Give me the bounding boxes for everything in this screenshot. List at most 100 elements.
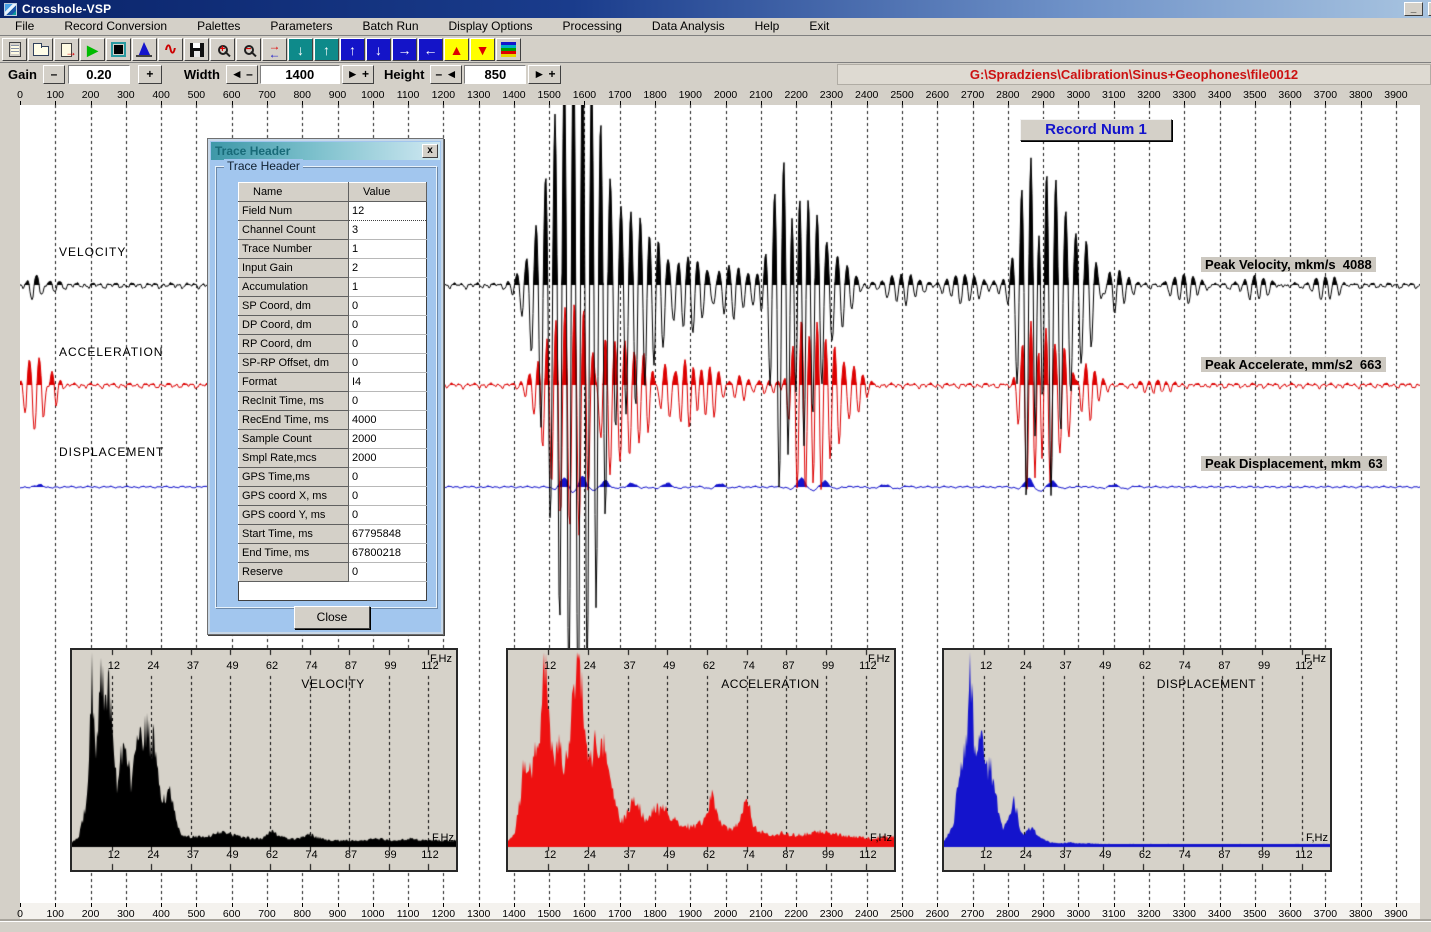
field-value-cell[interactable]: 12	[349, 202, 427, 221]
table-row: Field Num12	[239, 202, 427, 221]
field-name-cell: RecInit Time, ms	[239, 392, 349, 411]
record-num-button[interactable]: Record Num 1	[1020, 119, 1172, 141]
height-increase-button[interactable]: ► +	[528, 65, 560, 84]
freq-tick-label: 87	[1218, 660, 1230, 672]
freq-axis-label-baseline: F,Hz	[432, 832, 454, 844]
height-value-field[interactable]: 850	[464, 65, 526, 84]
menu-display-options[interactable]: Display Options	[434, 18, 548, 35]
freq-tick-label: 87	[1218, 849, 1230, 861]
swap-traces-button[interactable]	[262, 38, 287, 61]
width-increase-button[interactable]: ► +	[342, 65, 374, 84]
field-value-cell[interactable]: 0	[349, 468, 427, 487]
field-value-cell[interactable]: 0	[349, 487, 427, 506]
menu-bar: FileRecord ConversionPalettesParametersB…	[0, 18, 1431, 36]
table-row: RecInit Time, ms0	[239, 392, 427, 411]
field-value-cell[interactable]: I4	[349, 373, 427, 392]
ruler-tick-label: 2800	[996, 89, 1019, 101]
amplitude-down-button[interactable]: ▼	[470, 38, 495, 61]
ruler-tick-label: 1600	[573, 89, 596, 101]
new-record-button[interactable]	[2, 38, 27, 61]
field-value-cell[interactable]: 0	[349, 335, 427, 354]
menu-data-analysis[interactable]: Data Analysis	[637, 18, 740, 35]
save-convert-button[interactable]	[54, 38, 79, 61]
field-value-cell[interactable]: 0	[349, 506, 427, 525]
ruler-tick-label: 2600	[926, 89, 949, 101]
ruler-tick-label: 800	[293, 89, 311, 101]
ruler-tick-label: 2700	[961, 89, 984, 101]
field-value-cell[interactable]: 2000	[349, 449, 427, 468]
height-decrease-button[interactable]: – ◄	[430, 65, 462, 84]
field-value-cell[interactable]: 1	[349, 278, 427, 297]
table-row: Accumulation1	[239, 278, 427, 297]
move-down-button[interactable]: ↓	[366, 38, 391, 61]
spectrum-title: DISPLACEMENT	[1157, 677, 1256, 691]
field-value-cell[interactable]: 2	[349, 259, 427, 278]
freq-tick-label: 37	[623, 849, 635, 861]
open-folder-button[interactable]	[28, 38, 53, 61]
field-value-cell[interactable]: 3	[349, 221, 427, 240]
menu-palettes[interactable]: Palettes	[182, 18, 255, 35]
zoom-out-button[interactable]	[236, 38, 261, 61]
freq-tick-label: 62	[703, 849, 715, 861]
minimize-button[interactable]: _	[1404, 2, 1423, 16]
field-name-cell: DP Coord, dm	[239, 316, 349, 335]
play-button[interactable]: ▶	[80, 38, 105, 61]
width-decrease-button[interactable]: ◄ –	[226, 65, 258, 84]
freq-tick-label: 87	[782, 849, 794, 861]
field-value-cell[interactable]: 4000	[349, 411, 427, 430]
move-right-button[interactable]: →	[392, 38, 417, 61]
menu-exit[interactable]: Exit	[794, 18, 844, 35]
table-row: End Time, ms67800218	[239, 544, 427, 563]
field-name-cell: Input Gain	[239, 259, 349, 278]
width-label: Width	[184, 67, 220, 82]
menu-batch-run[interactable]: Batch Run	[347, 18, 433, 35]
table-row: Channel Count3	[239, 221, 427, 240]
menu-file[interactable]: File	[0, 18, 49, 35]
field-value-cell[interactable]: 67795848	[349, 525, 427, 544]
ruler-tick-label: 3700	[1314, 908, 1337, 920]
freq-tick-label: 62	[1139, 849, 1151, 861]
field-value-cell[interactable]: 0	[349, 392, 427, 411]
menu-parameters[interactable]: Parameters	[255, 18, 347, 35]
table-row: Start Time, ms67795848	[239, 525, 427, 544]
waveform-button[interactable]: ∿	[158, 38, 183, 61]
stop-button[interactable]	[106, 38, 131, 61]
field-value-cell[interactable]: 0	[349, 563, 427, 582]
spectrum-panel-velocity: F,HzF,HzVELOCITY121224243737494962627474…	[70, 648, 458, 872]
gain-minus-button[interactable]: –	[43, 65, 65, 84]
field-value-cell[interactable]: 0	[349, 316, 427, 335]
save-button[interactable]	[184, 38, 209, 61]
freq-tick-label: 49	[663, 660, 675, 672]
field-value-cell[interactable]: 0	[349, 354, 427, 373]
dialog-close-icon[interactable]: x	[422, 144, 438, 158]
amplitude-up-button[interactable]: ▲	[444, 38, 469, 61]
field-value-cell[interactable]: 67800218	[349, 544, 427, 563]
field-value-cell[interactable]: 1	[349, 240, 427, 259]
ruler-tick-label: 600	[223, 89, 241, 101]
shift-down-button[interactable]: ↓	[288, 38, 313, 61]
freq-tick-label: 49	[226, 660, 238, 672]
gain-plus-button[interactable]: +	[138, 65, 162, 84]
move-left-icon: ←	[424, 43, 438, 57]
close-button[interactable]: Close	[294, 606, 370, 629]
zoom-in-button[interactable]	[210, 38, 235, 61]
menu-processing[interactable]: Processing	[548, 18, 637, 35]
menu-help[interactable]: Help	[740, 18, 795, 35]
palette-button[interactable]	[496, 38, 521, 61]
width-value-field[interactable]: 1400	[260, 65, 340, 84]
histogram-button[interactable]	[132, 38, 157, 61]
ruler-tick-label: 500	[188, 908, 206, 920]
shift-up-button[interactable]: ↑	[314, 38, 339, 61]
move-left-button[interactable]: ←	[418, 38, 443, 61]
freq-tick-label: 74	[743, 849, 755, 861]
freq-tick-label: 24	[584, 849, 596, 861]
freq-tick-label: 37	[187, 660, 199, 672]
move-up-button[interactable]: ↑	[340, 38, 365, 61]
ruler-tick-label: 2500	[890, 89, 913, 101]
field-value-cell[interactable]: 2000	[349, 430, 427, 449]
dialog-title-bar[interactable]: Trace Header x	[211, 142, 440, 160]
field-value-cell[interactable]: 0	[349, 297, 427, 316]
gain-value-field[interactable]: 0.20	[68, 65, 130, 84]
ruler-tick-label: 0	[17, 908, 23, 920]
menu-record-conversion[interactable]: Record Conversion	[49, 18, 182, 35]
